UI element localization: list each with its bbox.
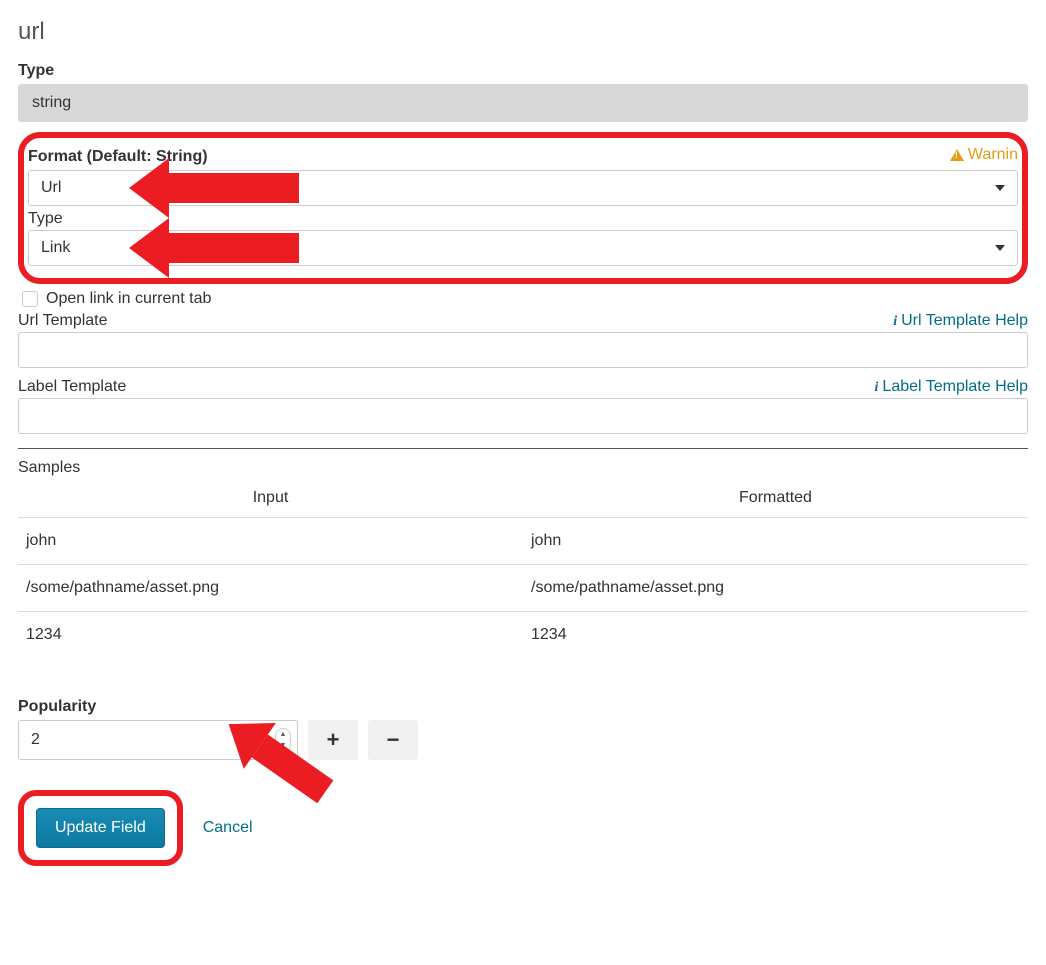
popularity-label: Popularity [18,698,1028,716]
cancel-link[interactable]: Cancel [203,819,253,837]
type-value-box: string [18,84,1028,122]
type-select[interactable]: Link [28,230,1018,266]
samples-col-formatted: Formatted [523,479,1028,518]
samples-label: Samples [18,459,1028,477]
format-select-value: Url [41,179,61,197]
samples-col-input: Input [18,479,523,518]
warning-text: Warnin [968,146,1018,164]
label-template-help-text: Label Template Help [882,378,1028,396]
minus-icon: − [387,727,400,753]
sample-input: /some/pathname/asset.png [18,565,523,612]
plus-icon: + [327,727,340,753]
sample-formatted: 1234 [523,612,1028,659]
label-template-input[interactable] [18,398,1028,434]
url-template-help-text: Url Template Help [901,312,1028,330]
chevron-down-icon [995,245,1005,251]
annotation-arrow [129,158,299,218]
info-icon [893,312,897,330]
url-template-label: Url Template [18,312,108,330]
page-title: url [18,18,1028,46]
label-template-label: Label Template [18,378,126,396]
type-select-value: Link [41,239,70,257]
action-row: Update Field Cancel [18,790,1028,866]
open-link-row: Open link in current tab [18,290,1028,308]
sample-formatted: john [523,518,1028,565]
annotation-highlight-update: Update Field [18,790,183,866]
table-row: /some/pathname/asset.png /some/pathname/… [18,565,1028,612]
annotation-arrow [213,701,342,815]
label-template-help-link[interactable]: Label Template Help [875,378,1028,396]
table-row: john john [18,518,1028,565]
warning-icon [950,149,964,161]
format-warning: Warnin [950,146,1018,164]
popularity-decrease-button[interactable]: − [368,720,418,760]
url-template-help-link[interactable]: Url Template Help [893,312,1028,330]
samples-table: Input Formatted john john /some/pathname… [18,479,1028,658]
sample-formatted: /some/pathname/asset.png [523,565,1028,612]
info-icon [875,378,879,396]
annotation-arrow [129,218,299,278]
table-row: 1234 1234 [18,612,1028,659]
open-link-label: Open link in current tab [46,290,211,308]
annotation-highlight-format: Format (Default: String) Warnin Url Type… [18,132,1028,284]
divider [18,448,1028,449]
update-field-button[interactable]: Update Field [36,808,165,848]
type-label: Type [18,62,1028,80]
chevron-down-icon [995,185,1005,191]
open-link-checkbox[interactable] [22,291,38,307]
sample-input: 1234 [18,612,523,659]
sample-input: john [18,518,523,565]
format-select[interactable]: Url [28,170,1018,206]
popularity-value: 2 [31,731,40,749]
url-template-input[interactable] [18,332,1028,368]
